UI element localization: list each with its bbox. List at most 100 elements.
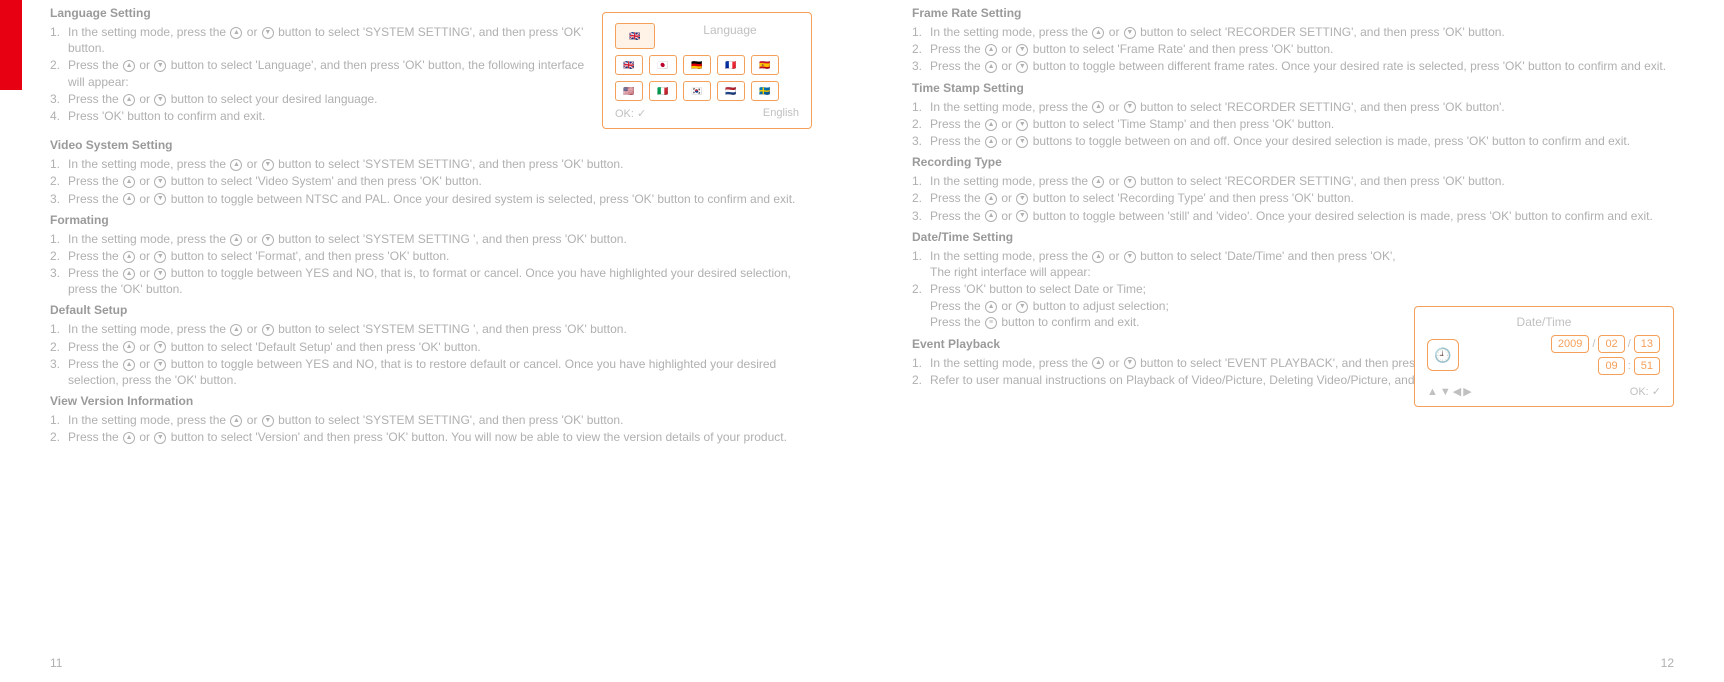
step-text: In the setting mode, press the ▲ or ▼ bu… xyxy=(68,231,812,247)
num: 3. xyxy=(50,91,68,107)
page-number-right: 12 xyxy=(1661,656,1674,670)
step-text: Press the ▲ or ▼ button to toggle betwee… xyxy=(68,265,812,297)
step-text: Press the ▲ or ▼ button to toggle betwee… xyxy=(930,208,1674,224)
down-icon: ▼ xyxy=(1016,210,1028,222)
red-tab xyxy=(0,0,22,90)
step-text: Press the ▲ or ▼ button to select 'Langu… xyxy=(68,57,590,89)
flag-icon: 🇬🇧 xyxy=(615,55,643,75)
sep: / xyxy=(1628,338,1631,350)
up-icon: ▲ xyxy=(985,119,997,131)
down-icon: ▼ xyxy=(1124,176,1136,188)
up-icon: ▲ xyxy=(123,94,135,106)
num: 2. xyxy=(912,372,930,388)
num: 2. xyxy=(912,190,930,206)
minute-field: 51 xyxy=(1634,357,1660,375)
step-text: Press the ▲ or ▼ button to toggle betwee… xyxy=(68,356,812,388)
step-text: Press 'OK' button to select Date or Time… xyxy=(930,281,1402,297)
num: 3. xyxy=(50,356,68,372)
step-sub-text: Press the ▲ or ▼ button to adjust select… xyxy=(912,298,1402,314)
num: 3. xyxy=(912,208,930,224)
down-icon: ▼ xyxy=(154,432,166,444)
up-icon: ▲ xyxy=(1092,27,1104,39)
down-icon: ▼ xyxy=(1016,193,1028,205)
step-text: In the setting mode, press the ▲ or ▼ bu… xyxy=(68,156,812,172)
num: 2. xyxy=(50,173,68,189)
flag-icon: 🇺🇸 xyxy=(615,81,643,101)
num: 2. xyxy=(50,248,68,264)
down-icon: ▼ xyxy=(154,251,166,263)
num: 2. xyxy=(912,281,930,297)
num: 2. xyxy=(50,429,68,445)
language-box-title: Language xyxy=(661,23,799,49)
sep: : xyxy=(1628,360,1631,372)
up-icon: ▲ xyxy=(230,27,242,39)
down-icon: ▼ xyxy=(1124,101,1136,113)
down-icon: ▼ xyxy=(262,324,274,336)
up-icon: ▲ xyxy=(123,193,135,205)
step-sub-text: Press the ≡ button to confirm and exit. xyxy=(912,314,1402,330)
down-icon: ▼ xyxy=(154,268,166,280)
heading-date-time: Date/Time Setting xyxy=(912,230,1402,244)
up-icon: ▲ xyxy=(985,301,997,313)
arrow-keys-icon: ▲▼◀▶ xyxy=(1427,385,1474,398)
heading-frame-rate: Frame Rate Setting xyxy=(912,6,1674,20)
num: 3. xyxy=(50,191,68,207)
step-text: In the setting mode, press the ▲ or ▼ bu… xyxy=(930,248,1402,280)
language-selected-label: English xyxy=(763,107,799,120)
num: 1. xyxy=(912,355,930,371)
step-text: Press the ▲ or ▼ button to select 'Recor… xyxy=(930,190,1674,206)
down-icon: ▼ xyxy=(262,415,274,427)
down-icon: ▼ xyxy=(154,176,166,188)
down-icon: ▼ xyxy=(154,193,166,205)
step-text: Press the ▲ or ▼ button to select 'Forma… xyxy=(68,248,812,264)
up-icon: ▲ xyxy=(1092,101,1104,113)
up-icon: ▲ xyxy=(123,268,135,280)
up-icon: ▲ xyxy=(985,210,997,222)
num: 3. xyxy=(912,133,930,149)
down-icon: ▼ xyxy=(1016,61,1028,73)
num: 1. xyxy=(912,173,930,189)
num: 1. xyxy=(50,24,68,40)
step-text: Press the ▲ or ▼ button to select 'Versi… xyxy=(68,429,812,445)
down-icon: ▼ xyxy=(262,27,274,39)
num: 3. xyxy=(912,58,930,74)
up-icon: ▲ xyxy=(230,324,242,336)
num: 1. xyxy=(912,248,930,264)
flag-icon: 🇩🇪 xyxy=(683,55,711,75)
step-text: Press 'OK' button to confirm and exit. xyxy=(68,108,590,124)
down-icon: ▼ xyxy=(1016,301,1028,313)
up-icon: ▲ xyxy=(985,44,997,56)
up-icon: ▲ xyxy=(1092,176,1104,188)
up-icon: ▲ xyxy=(985,193,997,205)
ok-label: OK: xyxy=(615,108,634,120)
down-icon: ▼ xyxy=(154,359,166,371)
up-icon: ▲ xyxy=(123,432,135,444)
num: 2. xyxy=(50,339,68,355)
down-icon: ▼ xyxy=(1124,27,1136,39)
ok-label: OK: xyxy=(1630,386,1649,398)
step-text: In the setting mode, press the ▲ or ▼ bu… xyxy=(68,412,812,428)
num: 1. xyxy=(912,99,930,115)
step-text: In the setting mode, press the ▲ or ▼ bu… xyxy=(930,99,1674,115)
down-icon: ▼ xyxy=(154,60,166,72)
step-text: Press the ▲ or ▼ buttons to toggle betwe… xyxy=(930,133,1674,149)
num: 3. xyxy=(50,265,68,281)
check-icon: ✓ xyxy=(637,108,646,120)
step-text: Press the ▲ or ▼ button to select 'Defau… xyxy=(68,339,812,355)
sep: / xyxy=(1592,338,1595,350)
heading-video-system: Video System Setting xyxy=(50,138,812,152)
up-icon: ▲ xyxy=(230,415,242,427)
up-icon: ▲ xyxy=(123,60,135,72)
step-text: Press the ▲ or ▼ button to select your d… xyxy=(68,91,590,107)
flag-icon: 🇳🇱 xyxy=(717,81,745,101)
down-icon: ▼ xyxy=(1016,119,1028,131)
num: 1. xyxy=(50,321,68,337)
step-text: Press the ▲ or ▼ button to toggle betwee… xyxy=(930,58,1674,74)
month-field: 02 xyxy=(1598,335,1624,353)
step-text: Press the ▲ or ▼ button to select 'Frame… xyxy=(930,41,1674,57)
num: 1. xyxy=(50,156,68,172)
step-text: Press the ▲ or ▼ button to toggle betwee… xyxy=(68,191,812,207)
flag-icon: 🇫🇷 xyxy=(717,55,745,75)
heading-formating: Formating xyxy=(50,213,812,227)
down-icon: ▼ xyxy=(1016,44,1028,56)
